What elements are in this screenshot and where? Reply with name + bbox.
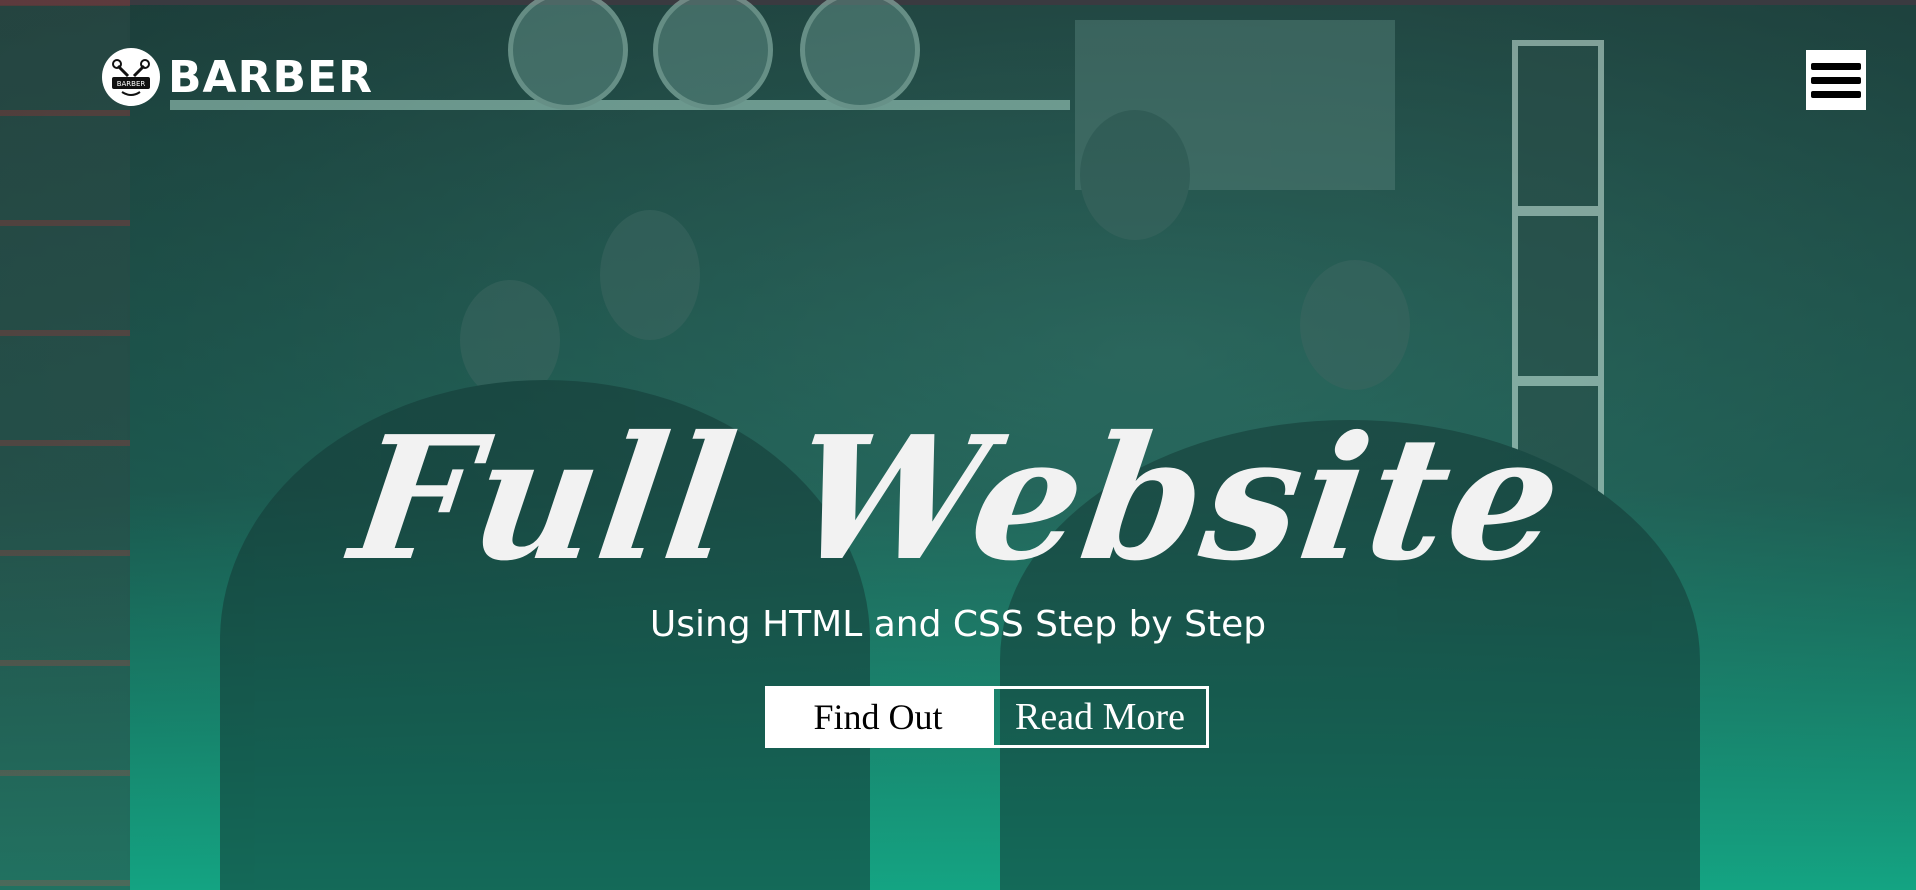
find-out-button[interactable]: Find Out [765,686,991,748]
background-sign [653,0,773,110]
hero-buttons: Find Out Read More [765,686,1209,748]
brand-name: BARBER [168,51,373,103]
read-more-button[interactable]: Read More [991,686,1209,748]
hero-subheadline: Using HTML and CSS Step by Step [649,604,1267,645]
background-frame [1512,210,1604,382]
background-sign [508,0,628,110]
brand-logo[interactable]: BARBER BARBER [102,48,373,106]
hamburger-menu-icon [1811,90,1861,98]
hero-headline: Full Website [341,398,1575,599]
svg-text:BARBER: BARBER [117,80,146,88]
background-person [600,210,700,340]
hamburger-menu-icon [1811,62,1861,70]
barber-emblem-icon: BARBER [112,59,150,96]
hamburger-menu-icon [1811,76,1861,84]
hamburger-menu-button[interactable] [1806,50,1866,110]
barber-logo-icon: BARBER [102,48,160,106]
background-sign [800,0,920,110]
hero-section: BARBER BARBER Full Website Using HTML an… [0,0,1916,890]
background-person [1080,110,1190,240]
background-person [1300,260,1410,390]
background-frame [1512,40,1604,212]
